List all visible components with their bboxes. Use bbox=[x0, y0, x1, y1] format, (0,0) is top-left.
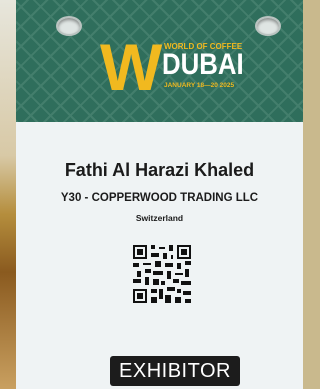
background-strip bbox=[0, 0, 16, 389]
lanyard-hole-right bbox=[255, 16, 281, 36]
exhibitor-badge: W WORLD OF COFFEE DUBAI JANUARY 18—20 20… bbox=[16, 0, 303, 389]
attendee-name: Fathi Al Harazi Khaled bbox=[64, 160, 255, 180]
lanyard-hole-left bbox=[56, 16, 82, 36]
qr-code bbox=[133, 245, 191, 303]
badge-header: W WORLD OF COFFEE DUBAI JANUARY 18—20 20… bbox=[16, 0, 303, 122]
badge-type-label: EXHIBITOR bbox=[110, 356, 240, 386]
logo-city: DUBAI bbox=[162, 48, 244, 81]
logo-letter: W bbox=[100, 30, 162, 104]
logo-dates: JANUARY 18—20 2025 bbox=[164, 82, 235, 89]
event-logo: W WORLD OF COFFEE DUBAI JANUARY 18—20 20… bbox=[100, 34, 250, 104]
attendee-company: Y30 - COPPERWOOD TRADING LLC bbox=[60, 192, 259, 204]
attendee-country: Switzerland bbox=[135, 213, 184, 223]
